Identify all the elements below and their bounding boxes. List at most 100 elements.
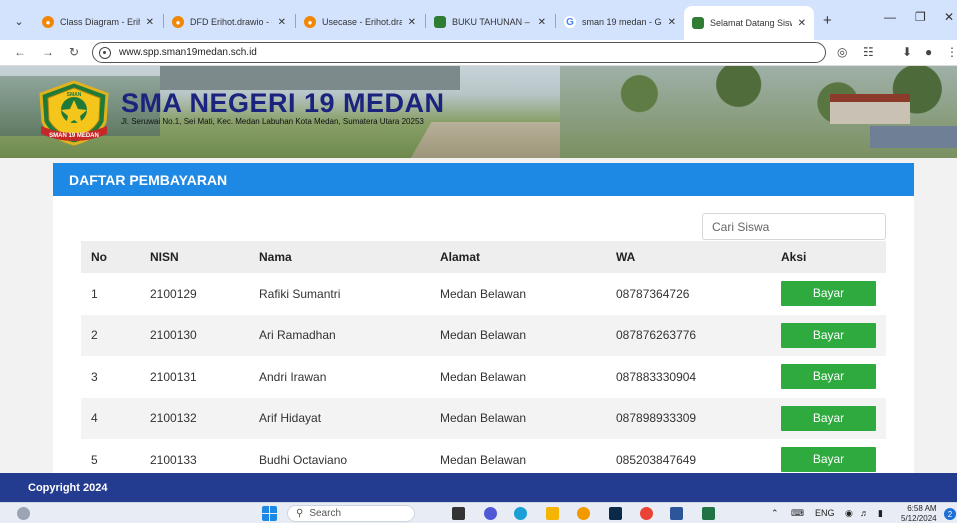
close-tab-icon[interactable]: ✕	[408, 17, 416, 28]
pay-button[interactable]: Bayar	[781, 322, 876, 348]
payment-table: No NISN Nama Alamat WA Aksi 1 2100129 Ra…	[81, 241, 886, 481]
cell-nisn: 2100130	[150, 328, 197, 343]
table-row: 4 2100132 Arif Hidayat Medan Belawan 087…	[81, 397, 886, 439]
browser-tab-class-diagram[interactable]: ● Class Diagram - Erihc ✕	[34, 8, 162, 36]
new-tab-button[interactable]: +	[823, 12, 832, 29]
drawio-icon: ●	[42, 16, 54, 28]
card-header: DAFTAR PEMBAYARAN	[53, 163, 914, 196]
url-text[interactable]: www.spp.sman19medan.sch.id	[119, 47, 257, 58]
close-tab-icon[interactable]: ✕	[278, 17, 286, 28]
taskbar-search-label: Search	[309, 508, 342, 519]
widgets-icon[interactable]	[17, 507, 30, 520]
address-bar[interactable]: www.spp.sman19medan.sch.id	[92, 42, 826, 63]
menu-icon[interactable]: ⋮	[946, 45, 957, 59]
close-tab-icon[interactable]: ✕	[668, 17, 676, 28]
task-view-icon[interactable]	[452, 507, 465, 520]
close-tab-icon[interactable]: ✕	[798, 18, 806, 29]
tab-title: Selamat Datang Siswa	[710, 18, 792, 28]
search-icon: ⚲	[296, 508, 304, 519]
pay-button[interactable]: Bayar	[781, 281, 876, 307]
cell-alamat: Medan Belawan	[440, 328, 527, 343]
taskbar-search[interactable]: ⚲ Search	[287, 505, 415, 522]
maximize-icon[interactable]: ❐	[915, 10, 926, 24]
close-tab-icon[interactable]: ✕	[538, 17, 546, 28]
main-content: DAFTAR PEMBAYARAN No NISN Nama Alamat WA…	[0, 158, 957, 478]
wifi-icon[interactable]: ◉	[845, 508, 853, 519]
google-icon: G	[564, 16, 576, 28]
tab-title: Usecase - Erihot.draw	[322, 17, 402, 27]
keyboard-icon[interactable]: ⌨	[791, 508, 804, 519]
cell-no: 2	[91, 328, 98, 343]
cell-alamat: Medan Belawan	[440, 286, 527, 301]
close-window-icon[interactable]: ✕	[944, 10, 954, 24]
download-icon[interactable]: ⬇	[902, 45, 912, 59]
site-icon	[692, 17, 704, 29]
notification-badge[interactable]: 2	[944, 508, 956, 520]
pay-button[interactable]: Bayar	[781, 364, 876, 390]
drawio-icon: ●	[172, 16, 184, 28]
browser-tab-usecase[interactable]: ● Usecase - Erihot.draw ✕	[296, 8, 424, 36]
cell-nama: Ari Ramadhan	[259, 328, 336, 343]
cell-nisn: 2100131	[150, 369, 197, 384]
column-header-wa: WA	[616, 250, 636, 264]
extensions-icon[interactable]: ☷	[863, 45, 874, 59]
cast-icon[interactable]: ◎	[837, 45, 847, 59]
site-icon	[434, 16, 446, 28]
table-row: 1 2100129 Rafiki Sumantri Medan Belawan …	[81, 273, 886, 315]
reload-icon[interactable]: ↻	[69, 45, 79, 59]
clock-time: 6:58 AM	[907, 504, 937, 513]
pay-button[interactable]: Bayar	[781, 405, 876, 431]
cell-wa: 08787364726	[616, 286, 690, 301]
cell-nisn: 2100129	[150, 286, 197, 301]
minimize-icon[interactable]: —	[884, 10, 896, 24]
clock[interactable]: 6:58 AM 5/12/2024	[901, 504, 937, 524]
search-student-input[interactable]	[702, 213, 886, 240]
column-header-nisn: NISN	[150, 250, 179, 264]
pay-button[interactable]: Bayar	[781, 447, 876, 473]
windows-start-icon[interactable]	[262, 506, 277, 521]
tab-title: Class Diagram - Erihc	[60, 17, 140, 27]
edge-icon[interactable]	[514, 507, 527, 520]
file-explorer-icon[interactable]	[546, 507, 559, 520]
browser-tab-selamat-datang[interactable]: Selamat Datang Siswa ✕	[684, 6, 814, 40]
tab-search-icon[interactable]: ⌄	[10, 12, 28, 30]
logo-top-text: SMAN	[67, 92, 82, 98]
profile-icon[interactable]: ●	[925, 45, 932, 59]
school-name: SMA NEGERI 19 MEDAN	[121, 88, 445, 118]
battery-icon[interactable]: ▮	[878, 508, 883, 519]
chrome-icon[interactable]	[640, 507, 653, 520]
browser-tab-google[interactable]: G sman 19 medan - Go ✕	[556, 8, 684, 36]
banner-house	[830, 94, 910, 124]
cell-nama: Andri Irawan	[259, 369, 327, 384]
page-footer: Copyright 2024	[0, 473, 957, 502]
word-icon[interactable]	[670, 507, 683, 520]
cell-aksi: Bayar	[781, 315, 886, 357]
browser-tab-dfd[interactable]: ● DFD Erihot.drawio - c ✕	[164, 8, 294, 36]
cell-aksi: Bayar	[781, 356, 886, 398]
windows-taskbar: ⚲ Search ⌃ ⌨ ENG ◉ ♬ ▮ 6:58 AM 5/12/2024…	[0, 502, 957, 523]
volume-icon[interactable]: ♬	[860, 508, 869, 518]
browser-tab-bar: ⌄ ● Class Diagram - Erihc ✕ ● DFD Erihot…	[0, 0, 957, 40]
close-tab-icon[interactable]: ✕	[146, 17, 154, 28]
chat-icon[interactable]	[484, 507, 497, 520]
tab-title: sman 19 medan - Go	[582, 17, 662, 27]
cell-wa: 087883330904	[616, 369, 697, 384]
cell-nama: Arif Hidayat	[259, 411, 322, 426]
app-icon[interactable]	[577, 507, 590, 520]
browser-tab-buku-tahunan[interactable]: BUKU TAHUNAN – SI ✕	[426, 8, 554, 36]
back-icon[interactable]: ←	[14, 45, 26, 59]
cell-alamat: Medan Belawan	[440, 411, 527, 426]
banner-roof	[870, 126, 957, 148]
excel-icon[interactable]	[702, 507, 715, 520]
cell-no: 4	[91, 411, 98, 426]
forward-icon[interactable]: →	[42, 45, 54, 59]
page-title: DAFTAR PEMBAYARAN	[69, 172, 228, 188]
column-header-no: No	[91, 250, 107, 264]
tray-overflow-icon[interactable]: ⌃	[771, 508, 779, 519]
school-logo: SMAN 19 MEDAN SMAN	[39, 80, 109, 146]
language-indicator[interactable]: ENG	[815, 508, 835, 518]
cell-no: 3	[91, 369, 98, 384]
site-info-icon[interactable]	[99, 46, 111, 59]
photoshop-icon[interactable]	[609, 507, 622, 520]
cell-wa: 087876263776	[616, 328, 697, 343]
